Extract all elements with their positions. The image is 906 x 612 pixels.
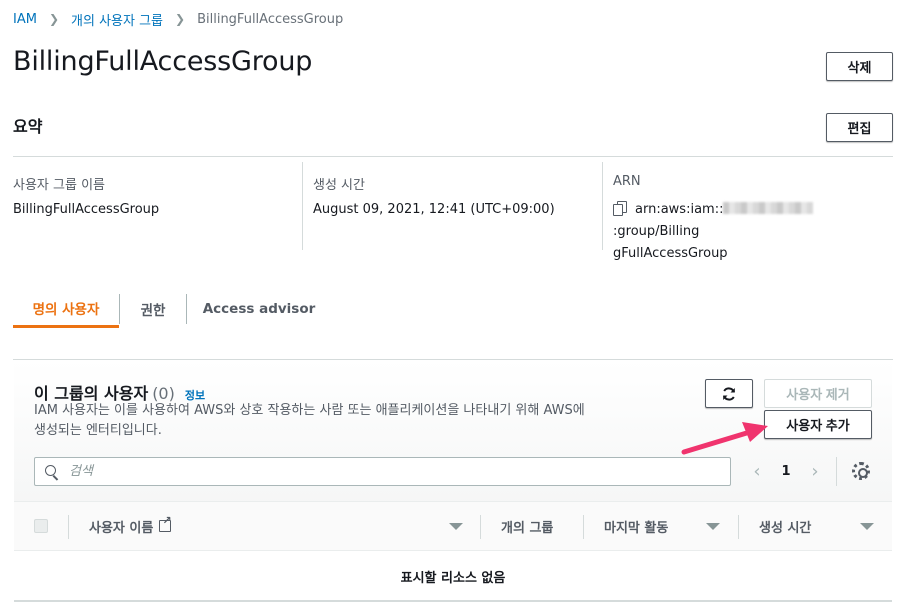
- column-divider: [68, 515, 69, 539]
- redacted-account-id: [723, 202, 814, 214]
- refresh-icon: [723, 386, 735, 401]
- breadcrumb: IAM ❯ 개의 사용자 그룹 ❯ BillingFullAccessGroup: [13, 10, 344, 29]
- summary-title: 요약: [13, 117, 43, 136]
- pagination: ‹ 1 ›: [744, 457, 828, 486]
- select-all-checkbox[interactable]: [34, 519, 48, 533]
- column-header-created[interactable]: 생성 시간: [759, 502, 811, 550]
- summary-divider: [13, 156, 893, 157]
- column-header-last-activity[interactable]: 마지막 활동: [604, 502, 668, 550]
- sort-icon[interactable]: [706, 523, 720, 530]
- edit-button[interactable]: 편집: [826, 113, 893, 142]
- search-input[interactable]: [69, 464, 709, 479]
- arn-value: arn:aws:iam:::group/Billing gFullAccessG…: [613, 199, 898, 265]
- column-divider: [583, 515, 584, 539]
- page-number[interactable]: 1: [770, 464, 802, 479]
- chevron-left-icon[interactable]: ‹: [744, 461, 770, 482]
- table-header: 사용자 이름 개의 그룹 마지막 활동 생성 시간: [14, 501, 892, 551]
- column-divider: [302, 162, 303, 250]
- breadcrumb-current: BillingFullAccessGroup: [197, 11, 344, 27]
- column-label: 사용자 이름: [89, 520, 154, 536]
- column-divider: [480, 515, 481, 539]
- table-bottom-divider: [14, 600, 892, 602]
- add-users-button[interactable]: 사용자 추가: [764, 410, 872, 439]
- column-header-user-name[interactable]: 사용자 이름: [89, 502, 172, 550]
- arn-prefix: arn:aws:iam::: [635, 202, 724, 217]
- tab-users[interactable]: 명의 사용자: [13, 290, 119, 328]
- arn-label: ARN: [613, 174, 641, 189]
- chevron-right-icon[interactable]: ›: [802, 461, 828, 482]
- group-name-label: 사용자 그룹 이름: [13, 178, 105, 193]
- pagination-divider: [836, 457, 837, 486]
- remove-users-button[interactable]: 사용자 제거: [764, 379, 872, 408]
- tab-access-advisor[interactable]: Access advisor: [187, 290, 331, 328]
- external-link-icon: [159, 514, 172, 532]
- breadcrumb-iam[interactable]: IAM: [13, 12, 37, 27]
- created-value: August 09, 2021, 12:41 (UTC+09:00): [313, 202, 555, 217]
- delete-button[interactable]: 삭제: [826, 52, 893, 81]
- search-box[interactable]: [34, 457, 731, 486]
- summary-created: 생성 시간 August 09, 2021, 12:41 (UTC+09:00): [313, 162, 598, 250]
- summary-arn: ARN arn:aws:iam:::group/Billing gFullAcc…: [613, 162, 898, 261]
- settings-icon[interactable]: [852, 462, 870, 480]
- annotation-arrow-icon: [681, 422, 768, 455]
- chevron-right-icon: ❯: [175, 12, 186, 26]
- column-divider: [602, 162, 603, 250]
- sort-icon[interactable]: [449, 523, 463, 530]
- tab-bar: 명의 사용자 권한 Access advisor: [13, 290, 331, 338]
- page-title: BillingFullAccessGroup: [13, 46, 313, 77]
- search-icon: [45, 464, 59, 479]
- column-divider: [738, 515, 739, 539]
- breadcrumb-user-groups[interactable]: 개의 사용자 그룹: [71, 10, 163, 29]
- refresh-button[interactable]: [705, 379, 753, 408]
- summary-group-name: 사용자 그룹 이름 BillingFullAccessGroup: [13, 162, 298, 250]
- column-header-groups[interactable]: 개의 그룹: [501, 502, 553, 550]
- chevron-right-icon: ❯: [48, 12, 60, 26]
- panel-description: IAM 사용자는 이를 사용하여 AWS와 상호 작용하는 사람 또는 애플리케…: [34, 403, 585, 438]
- copy-icon[interactable]: [613, 201, 627, 216]
- group-name-value: BillingFullAccessGroup: [13, 202, 160, 217]
- sort-icon[interactable]: [860, 523, 874, 530]
- empty-state: 표시할 리소스 없음: [400, 570, 506, 586]
- tab-permissions[interactable]: 권한: [120, 290, 186, 328]
- arn-suffix: :group/Billing: [613, 224, 700, 239]
- created-label: 생성 시간: [313, 178, 365, 193]
- arn-line2: gFullAccessGroup: [613, 246, 728, 261]
